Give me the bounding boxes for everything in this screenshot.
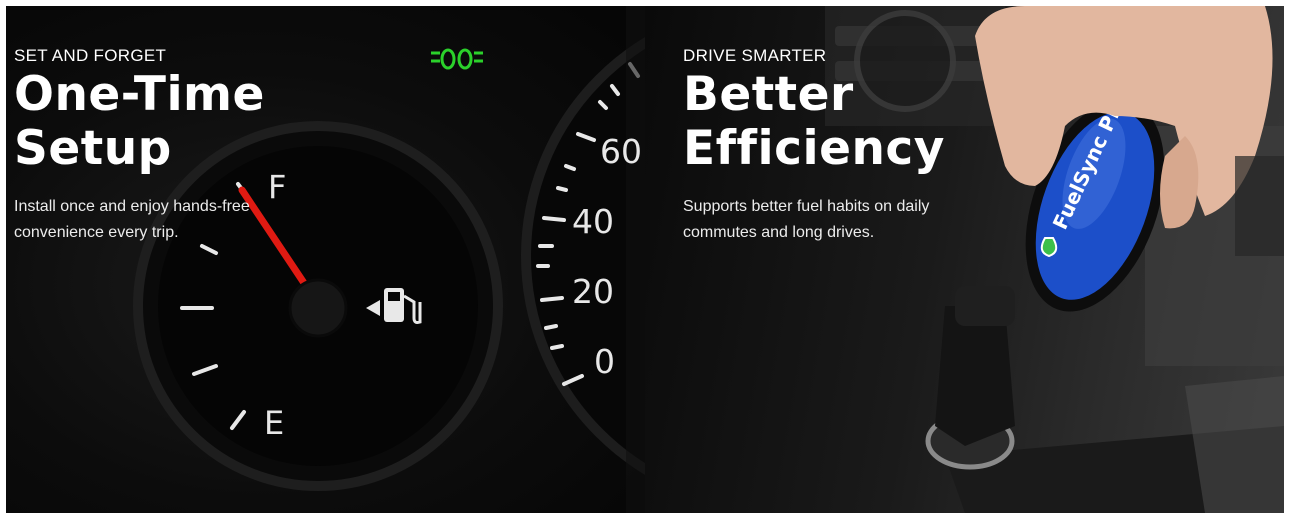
feature-banner: F E 60 40 20 0 SET AND FORGET One-Time S… (6, 6, 1284, 513)
speed-label-60: 60 (600, 132, 642, 171)
efficiency-title-line1: Better (683, 67, 854, 122)
setup-title-line1: One-Time (14, 67, 265, 122)
efficiency-title: Better Efficiency (683, 68, 983, 176)
efficiency-description: Supports better fuel habits on daily com… (683, 198, 930, 241)
setup-eyebrow: SET AND FORGET (14, 46, 167, 65)
leaf-drop-icon (1040, 237, 1058, 258)
speed-label-0: 0 (594, 342, 615, 381)
speed-label-40: 40 (572, 202, 614, 241)
feature-panel-setup: F E 60 40 20 0 SET AND FORGET One-Time S… (6, 6, 645, 513)
setup-description: Install once and enjoy hands-free conven… (14, 198, 250, 241)
setup-title: One-Time Setup (14, 68, 314, 176)
headlight-indicator-icon (431, 48, 483, 70)
feature-panel-efficiency: FuelSync PRO DRIVE SMARTER Better Effici… (645, 6, 1284, 513)
speed-label-20: 20 (572, 272, 614, 311)
setup-title-line2: Setup (14, 121, 172, 176)
efficiency-eyebrow: DRIVE SMARTER (683, 46, 827, 65)
efficiency-caption: DRIVE SMARTER Better Efficiency Supports… (683, 46, 983, 246)
efficiency-title-line2: Efficiency (683, 121, 945, 176)
setup-caption: SET AND FORGET One-Time Setup Install on… (14, 46, 314, 246)
fuel-empty-label: E (264, 404, 285, 442)
needle-hub (288, 278, 348, 338)
